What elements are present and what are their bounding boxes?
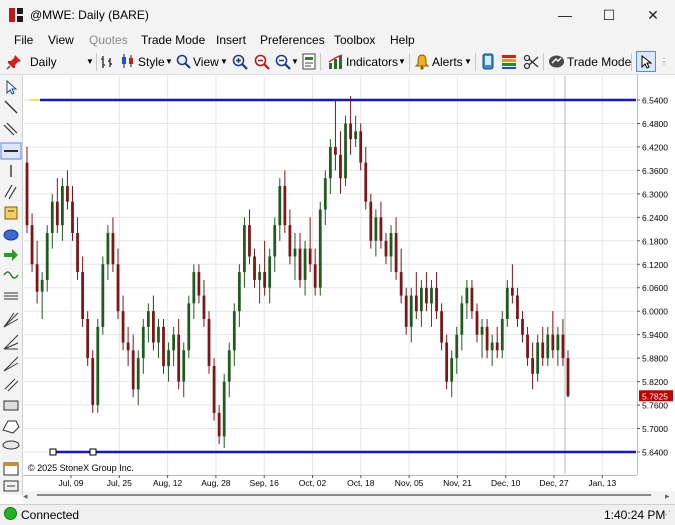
calendar-tool-icon <box>3 462 19 476</box>
toolbar-divider <box>631 53 632 71</box>
candlestick-style-icon[interactable] <box>121 53 135 69</box>
toolbar-divider <box>320 53 321 71</box>
indicators-icon[interactable] <box>328 54 344 70</box>
zoom-dropdown-icon[interactable]: ▼ <box>291 57 299 66</box>
channel-tool-icon <box>3 122 18 136</box>
status-bar <box>0 504 675 525</box>
zoom-out-icon[interactable] <box>254 54 270 70</box>
view-dropdown-icon[interactable]: ▼ <box>220 57 228 66</box>
horizontal-line-tool-icon <box>0 142 22 160</box>
cursor-arrow-icon <box>641 55 652 69</box>
scrollbar-thumb[interactable] <box>37 494 651 496</box>
ellipse-outline-tool-icon <box>2 440 20 450</box>
style-dropdown-icon[interactable]: ▼ <box>165 57 173 66</box>
text-note-tool-icon <box>4 206 18 220</box>
color-settings-icon[interactable] <box>501 54 517 70</box>
status-clock: 1:40:24 PM <box>604 508 666 522</box>
connection-status-icon <box>4 507 17 520</box>
interval-dropdown-icon[interactable]: ▼ <box>86 57 94 66</box>
menu-file[interactable]: File <box>14 33 33 47</box>
menu-help[interactable]: Help <box>390 33 415 47</box>
menu-trade-mode[interactable]: Trade Mode <box>141 33 205 47</box>
select-tool-button[interactable] <box>636 51 656 72</box>
gann-fan-tool-icon <box>3 312 19 328</box>
window-title: @MWE: Daily (BARE) <box>30 8 149 22</box>
menu-quotes[interactable]: Quotes <box>89 33 128 47</box>
pointer-tool-icon <box>6 79 18 95</box>
zoom-options-icon[interactable] <box>275 54 291 70</box>
alerts-dropdown-icon[interactable]: ▼ <box>464 57 472 66</box>
minimize-button[interactable]: — <box>543 0 587 30</box>
toolbar-divider <box>96 53 97 71</box>
view-menu-button[interactable]: View <box>193 55 219 69</box>
rectangle-tool-icon <box>3 400 19 411</box>
speed-lines-tool-icon <box>3 334 19 350</box>
copyright-text: © 2025 StoneX Group Inc. <box>28 463 134 473</box>
andrews-pitchfork-tool-icon <box>3 356 19 372</box>
phone-icon[interactable] <box>481 53 495 70</box>
menu-view[interactable]: View <box>48 33 74 47</box>
time-axis[interactable] <box>23 475 637 492</box>
toolbar-divider <box>475 53 476 71</box>
cycle-lines-tool-icon <box>4 378 19 392</box>
toolbar-divider <box>543 53 544 71</box>
toolbar-divider <box>409 53 410 71</box>
magnifier-icon[interactable] <box>176 54 191 69</box>
trendline-tool-icon <box>4 100 18 114</box>
trade-mode-button[interactable]: Trade Mode <box>567 55 631 69</box>
maximize-button[interactable]: ☐ <box>587 0 631 30</box>
arrow-tool-icon <box>4 249 18 261</box>
shape-tool-icon <box>2 420 20 434</box>
fibonacci-tool-icon <box>4 292 18 300</box>
trade-mode-icon[interactable] <box>548 54 565 69</box>
data-window-icon[interactable] <box>302 53 316 70</box>
menu-insert[interactable]: Insert <box>216 33 246 47</box>
chart-plot-area[interactable] <box>23 75 637 475</box>
wave-tool-icon <box>3 271 19 279</box>
price-axis[interactable] <box>637 75 675 475</box>
bar-chart-tool-icon[interactable] <box>100 54 114 70</box>
toolbar-overflow-icon[interactable]: ⋮ <box>660 57 668 66</box>
menu-preferences[interactable]: Preferences <box>260 33 325 47</box>
ellipse-tool-icon <box>3 229 19 241</box>
chart-scrollbar[interactable]: ◂ ▸ <box>23 491 675 504</box>
connection-status-text: Connected <box>21 508 80 522</box>
indicators-dropdown-icon[interactable]: ▼ <box>398 57 406 66</box>
close-button[interactable]: ✕ <box>631 0 675 30</box>
scroll-right-arrow-icon[interactable]: ▸ <box>665 491 670 502</box>
delete-drawings-icon[interactable] <box>523 54 539 70</box>
indicators-menu-button[interactable]: Indicators <box>346 55 398 69</box>
bell-icon[interactable] <box>414 53 430 70</box>
alerts-menu-button[interactable]: Alerts <box>432 55 463 69</box>
interval-select[interactable]: Daily <box>30 55 57 69</box>
menu-toolbox[interactable]: Toolbox <box>334 33 375 47</box>
resize-grip-icon[interactable]: ⋰ <box>662 509 671 520</box>
zoom-in-icon[interactable] <box>232 54 248 70</box>
style-menu-button[interactable]: Style <box>138 55 165 69</box>
more-tools-icon <box>3 480 19 492</box>
app-logo-icon <box>9 8 23 22</box>
scroll-left-arrow-icon[interactable]: ◂ <box>23 491 28 502</box>
drawing-tools-icons[interactable] <box>0 75 22 495</box>
parallel-lines-tool-icon <box>4 184 17 200</box>
pin-icon[interactable] <box>6 54 22 70</box>
